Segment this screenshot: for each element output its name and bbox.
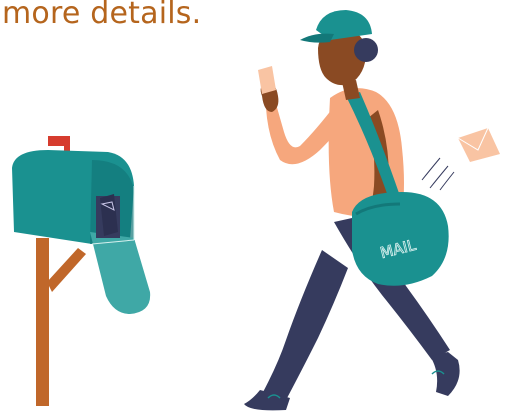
mailbox-post (36, 238, 49, 406)
carrier-cap-brim (300, 33, 334, 43)
mailbox-flag (48, 136, 70, 146)
carrier-back-leg (262, 250, 348, 400)
mailbox-door (90, 232, 151, 314)
mail-carrier: MAIL (244, 10, 460, 411)
carrier-hair (354, 38, 378, 62)
page: more details. MAIL (0, 0, 506, 414)
motion-lines (421, 157, 455, 191)
mail-carrier-illustration: MAIL (12, 10, 500, 411)
mailbox-illustration (12, 136, 151, 406)
envelope (458, 128, 500, 162)
carrier-front-shoe (430, 352, 460, 396)
flying-envelope-illustration (421, 127, 500, 191)
mailbox-brace (47, 248, 86, 292)
